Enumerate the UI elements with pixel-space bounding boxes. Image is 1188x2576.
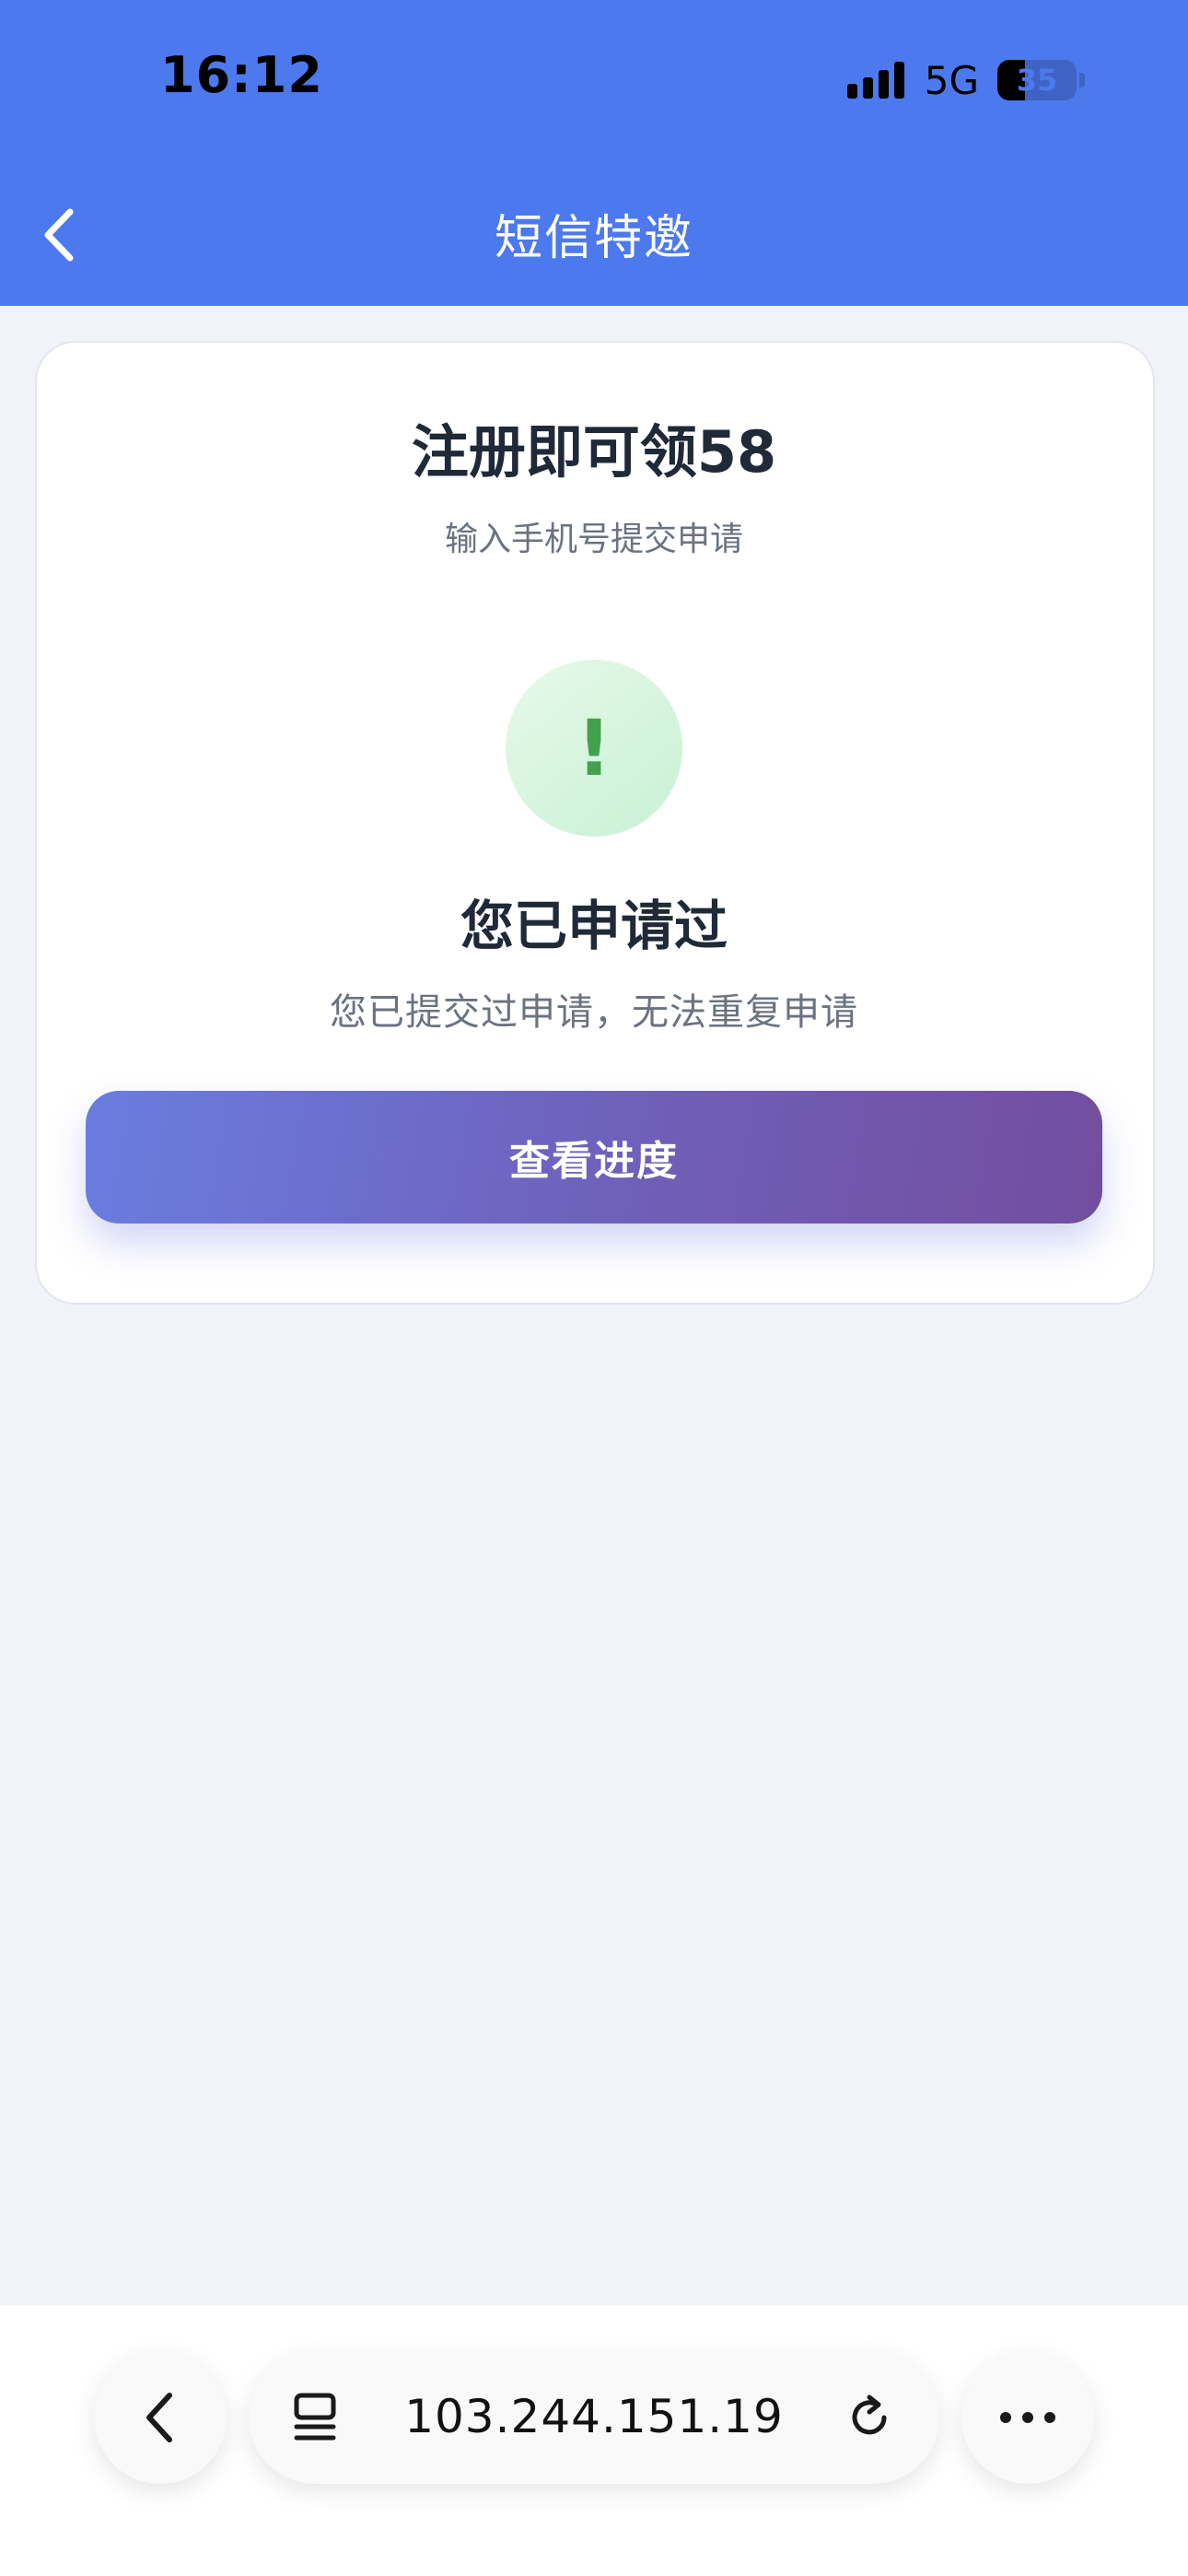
status-indicators: 5G 35 [846, 57, 1085, 103]
battery-level: 35 [1016, 63, 1058, 98]
more-button[interactable] [961, 2351, 1094, 2484]
card-title: 注册即可领58 [411, 418, 777, 486]
page-title: 短信特邀 [494, 211, 693, 266]
view-progress-button[interactable]: 查看进度 [86, 1091, 1102, 1224]
reload-icon[interactable] [842, 2390, 897, 2445]
battery-icon: 35 [997, 60, 1077, 100]
more-icon [1000, 2412, 1055, 2423]
battery-cap [1079, 73, 1085, 88]
warning-glyph: ! [576, 703, 612, 793]
signal-icon [846, 62, 904, 99]
status-time: 16:12 [160, 46, 323, 104]
card-subtitle: 输入手机号提交申请 [444, 521, 743, 558]
network-type: 5G [924, 57, 979, 103]
status-description: 您已提交过申请，无法重复申请 [330, 991, 858, 1034]
chevron-left-icon [146, 2393, 172, 2442]
warning-icon: ! [506, 660, 682, 837]
browser-back-button[interactable] [94, 2351, 227, 2484]
address-bar[interactable]: 103.244.151.19 [249, 2351, 939, 2484]
page: 16:12 5G 35 短信特邀 注册即可领58 输入手机号提交申请 ! 您已申… [0, 0, 1188, 2576]
status-title: 您已申请过 [460, 895, 728, 957]
url-text[interactable]: 103.244.151.19 [249, 2390, 939, 2443]
header: 16:12 5G 35 短信特邀 [0, 0, 1188, 306]
